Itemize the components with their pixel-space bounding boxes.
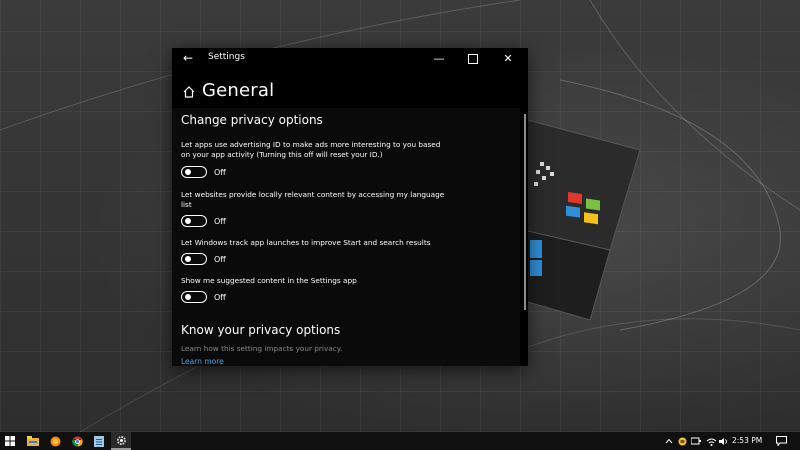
option-label-advertising-id: Let apps use advertising ID to make ads … — [181, 140, 441, 159]
window-title: Settings — [208, 52, 245, 62]
option-label-track-app-launches: Let Windows track app launches to improv… — [181, 238, 431, 247]
taskbar-clock[interactable]: 2:53 PM — [732, 436, 762, 445]
settings-gear-icon[interactable] — [111, 432, 131, 450]
toggle-knob — [185, 218, 191, 224]
back-arrow-icon[interactable]: ← — [180, 50, 196, 66]
network-icon[interactable] — [690, 432, 702, 450]
toggle-state-language-list: Off — [214, 217, 226, 226]
toggle-state-advertising-id: Off — [214, 168, 226, 177]
toggle-advertising-id[interactable] — [181, 166, 207, 178]
section-heading-know-privacy: Know your privacy options — [181, 323, 341, 337]
section-heading-change-privacy: Change privacy options — [181, 113, 323, 127]
toggle-knob — [185, 294, 191, 300]
file-explorer-icon[interactable] — [23, 432, 43, 450]
option-label-language-list: Let websites provide locally relevant co… — [181, 190, 445, 209]
toggle-knob — [185, 256, 191, 262]
page-header: General — [172, 76, 528, 108]
toggle-language-list[interactable] — [181, 215, 207, 227]
volume-icon[interactable] — [719, 432, 729, 450]
settings-window: ← Settings — ✕ General Change privacy op… — [172, 48, 528, 366]
privacy-description: Learn how this setting impacts your priv… — [181, 344, 343, 353]
toggle-state-track-app-launches: Off — [214, 255, 226, 264]
home-icon[interactable] — [182, 85, 196, 99]
toggle-track-app-launches[interactable] — [181, 253, 207, 265]
settings-content: Change privacy options Let apps use adve… — [172, 108, 520, 366]
maximize-button[interactable] — [459, 48, 487, 70]
taskbar: 2:53 PM — [0, 432, 800, 450]
page-title: General — [202, 80, 275, 101]
notepad-icon[interactable] — [89, 432, 109, 450]
notification-icon[interactable] — [774, 432, 788, 450]
scrollbar[interactable] — [524, 114, 526, 310]
close-button[interactable]: ✕ — [494, 48, 522, 70]
windows-start-icon[interactable] — [0, 432, 20, 450]
firefox-icon[interactable] — [45, 432, 65, 450]
toggle-state-suggested-content: Off — [214, 293, 226, 302]
maximize-icon — [468, 54, 478, 64]
minimize-button[interactable]: — — [425, 48, 453, 70]
wifi-icon[interactable] — [705, 432, 717, 450]
option-label-suggested-content: Show me suggested content in the Setting… — [181, 276, 357, 285]
chevron-up-icon[interactable] — [664, 432, 674, 450]
toggle-suggested-content[interactable] — [181, 291, 207, 303]
battery-icon[interactable] — [677, 432, 687, 450]
title-bar: ← Settings — ✕ — [172, 48, 528, 70]
learn-more-link[interactable]: Learn more — [181, 357, 224, 366]
chrome-icon[interactable] — [67, 432, 87, 450]
toggle-knob — [185, 169, 191, 175]
